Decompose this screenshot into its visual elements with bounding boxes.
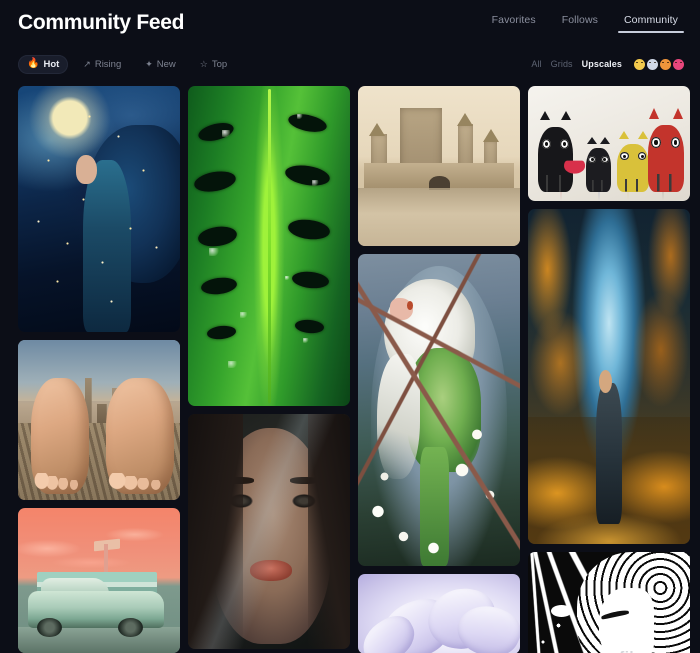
decor-heart <box>563 160 585 174</box>
type-filter-upscales[interactable]: Upscales <box>582 59 622 69</box>
star-icon: ☆ <box>199 58 208 69</box>
filter-chip-new-label: New <box>156 58 176 70</box>
app-header: Community Feed Favorites Follows Communi… <box>0 0 700 46</box>
main-nav-tabs: Favorites Follows Community <box>492 14 684 33</box>
community-feed-app: Community Feed Favorites Follows Communi… <box>0 0 700 653</box>
feed-card-white-lily-flower[interactable] <box>358 574 520 653</box>
feed-grid: cgprofile <box>18 86 690 653</box>
reaction-filter-group <box>634 58 684 70</box>
feed-card-starry-night-girl[interactable] <box>18 86 180 332</box>
artwork-rain-soaked-portrait <box>188 414 350 649</box>
decor-cat-small <box>586 136 611 192</box>
artwork-starry-night-girl <box>18 86 180 332</box>
feed-column-3 <box>358 86 520 653</box>
page-title: Community Feed <box>18 11 185 34</box>
feed-column-1 <box>18 86 180 653</box>
flame-icon: 🔥 <box>27 58 40 69</box>
reaction-love-icon[interactable] <box>673 58 684 70</box>
trending-up-icon: ↗ <box>83 58 91 69</box>
reaction-cool-icon[interactable] <box>647 58 658 70</box>
filter-chip-hot[interactable]: 🔥 Hot <box>18 54 69 74</box>
decor-wheel-rear <box>118 618 143 638</box>
type-filter-all[interactable]: All <box>531 59 541 69</box>
feed-card-rain-soaked-portrait[interactable] <box>188 414 350 649</box>
type-filter-grids[interactable]: Grids <box>551 59 573 69</box>
artwork-manga-bw-portrait: cgprofile <box>528 552 690 653</box>
feed-card-giant-feet-city[interactable] <box>18 340 180 500</box>
nav-tab-favorites[interactable]: Favorites <box>492 14 536 33</box>
filter-chip-top[interactable]: ☆ Top <box>191 55 236 74</box>
filter-chip-hot-label: Hot <box>43 58 60 70</box>
filter-chip-rising[interactable]: ↗ Rising <box>74 55 130 74</box>
decor-cat-yellow <box>617 130 650 192</box>
artwork-white-green-parrot <box>358 254 520 566</box>
decor-toes-left <box>30 472 90 492</box>
decor-foot-right <box>105 378 174 494</box>
decor-cat-black <box>537 110 574 192</box>
feed-card-castle-sketch[interactable] <box>358 86 520 246</box>
decor-castle-reflection <box>358 188 520 246</box>
artwork-autumn-forest-explorer <box>528 209 690 544</box>
filter-chip-new[interactable]: ✦ New <box>136 55 185 74</box>
feed-column-2 <box>188 86 350 653</box>
feed-card-white-green-parrot[interactable] <box>358 254 520 566</box>
nav-tab-follows[interactable]: Follows <box>562 14 598 33</box>
artwork-retro-car-gas-station <box>18 508 180 653</box>
filter-chip-top-label: Top <box>211 58 228 70</box>
feed-card-monstera-leaf-dew[interactable] <box>188 86 350 406</box>
artwork-castle-sketch <box>358 86 520 246</box>
sparkle-icon: ✦ <box>145 58 153 69</box>
filter-chip-rising-label: Rising <box>94 58 122 70</box>
decor-toes-right <box>105 472 174 492</box>
reaction-joy-icon[interactable] <box>634 58 645 70</box>
artwork-monstera-leaf-dew <box>188 86 350 406</box>
feed-card-autumn-forest-explorer[interactable] <box>528 209 690 544</box>
decor-explorer <box>596 383 622 524</box>
nav-tab-community[interactable]: Community <box>618 14 684 33</box>
artwork-outsider-art-cats <box>528 86 690 201</box>
feed-card-retro-car-gas-station[interactable] <box>18 508 180 653</box>
sort-filter-group: 🔥 Hot ↗ Rising ✦ New ☆ Top <box>18 54 236 74</box>
decor-wheel-front <box>37 618 62 638</box>
decor-profile-face <box>599 588 655 653</box>
reaction-smile-icon[interactable] <box>660 58 671 70</box>
type-filter-group: All Grids Upscales <box>531 58 684 70</box>
feed-card-manga-bw-portrait[interactable]: cgprofile <box>528 552 690 653</box>
decor-cat-red <box>647 107 684 192</box>
artwork-white-lily-flower <box>358 574 520 653</box>
decor-rain-sheen <box>188 414 350 649</box>
filter-bar: 🔥 Hot ↗ Rising ✦ New ☆ Top All Grids Ups… <box>0 46 700 82</box>
decor-stars <box>18 86 180 332</box>
decor-foot-left <box>30 378 90 494</box>
feed-card-outsider-art-cats[interactable] <box>528 86 690 201</box>
artwork-giant-feet-city <box>18 340 180 500</box>
feed-column-4: cgprofile <box>528 86 690 653</box>
decor-water-drops <box>188 86 350 406</box>
